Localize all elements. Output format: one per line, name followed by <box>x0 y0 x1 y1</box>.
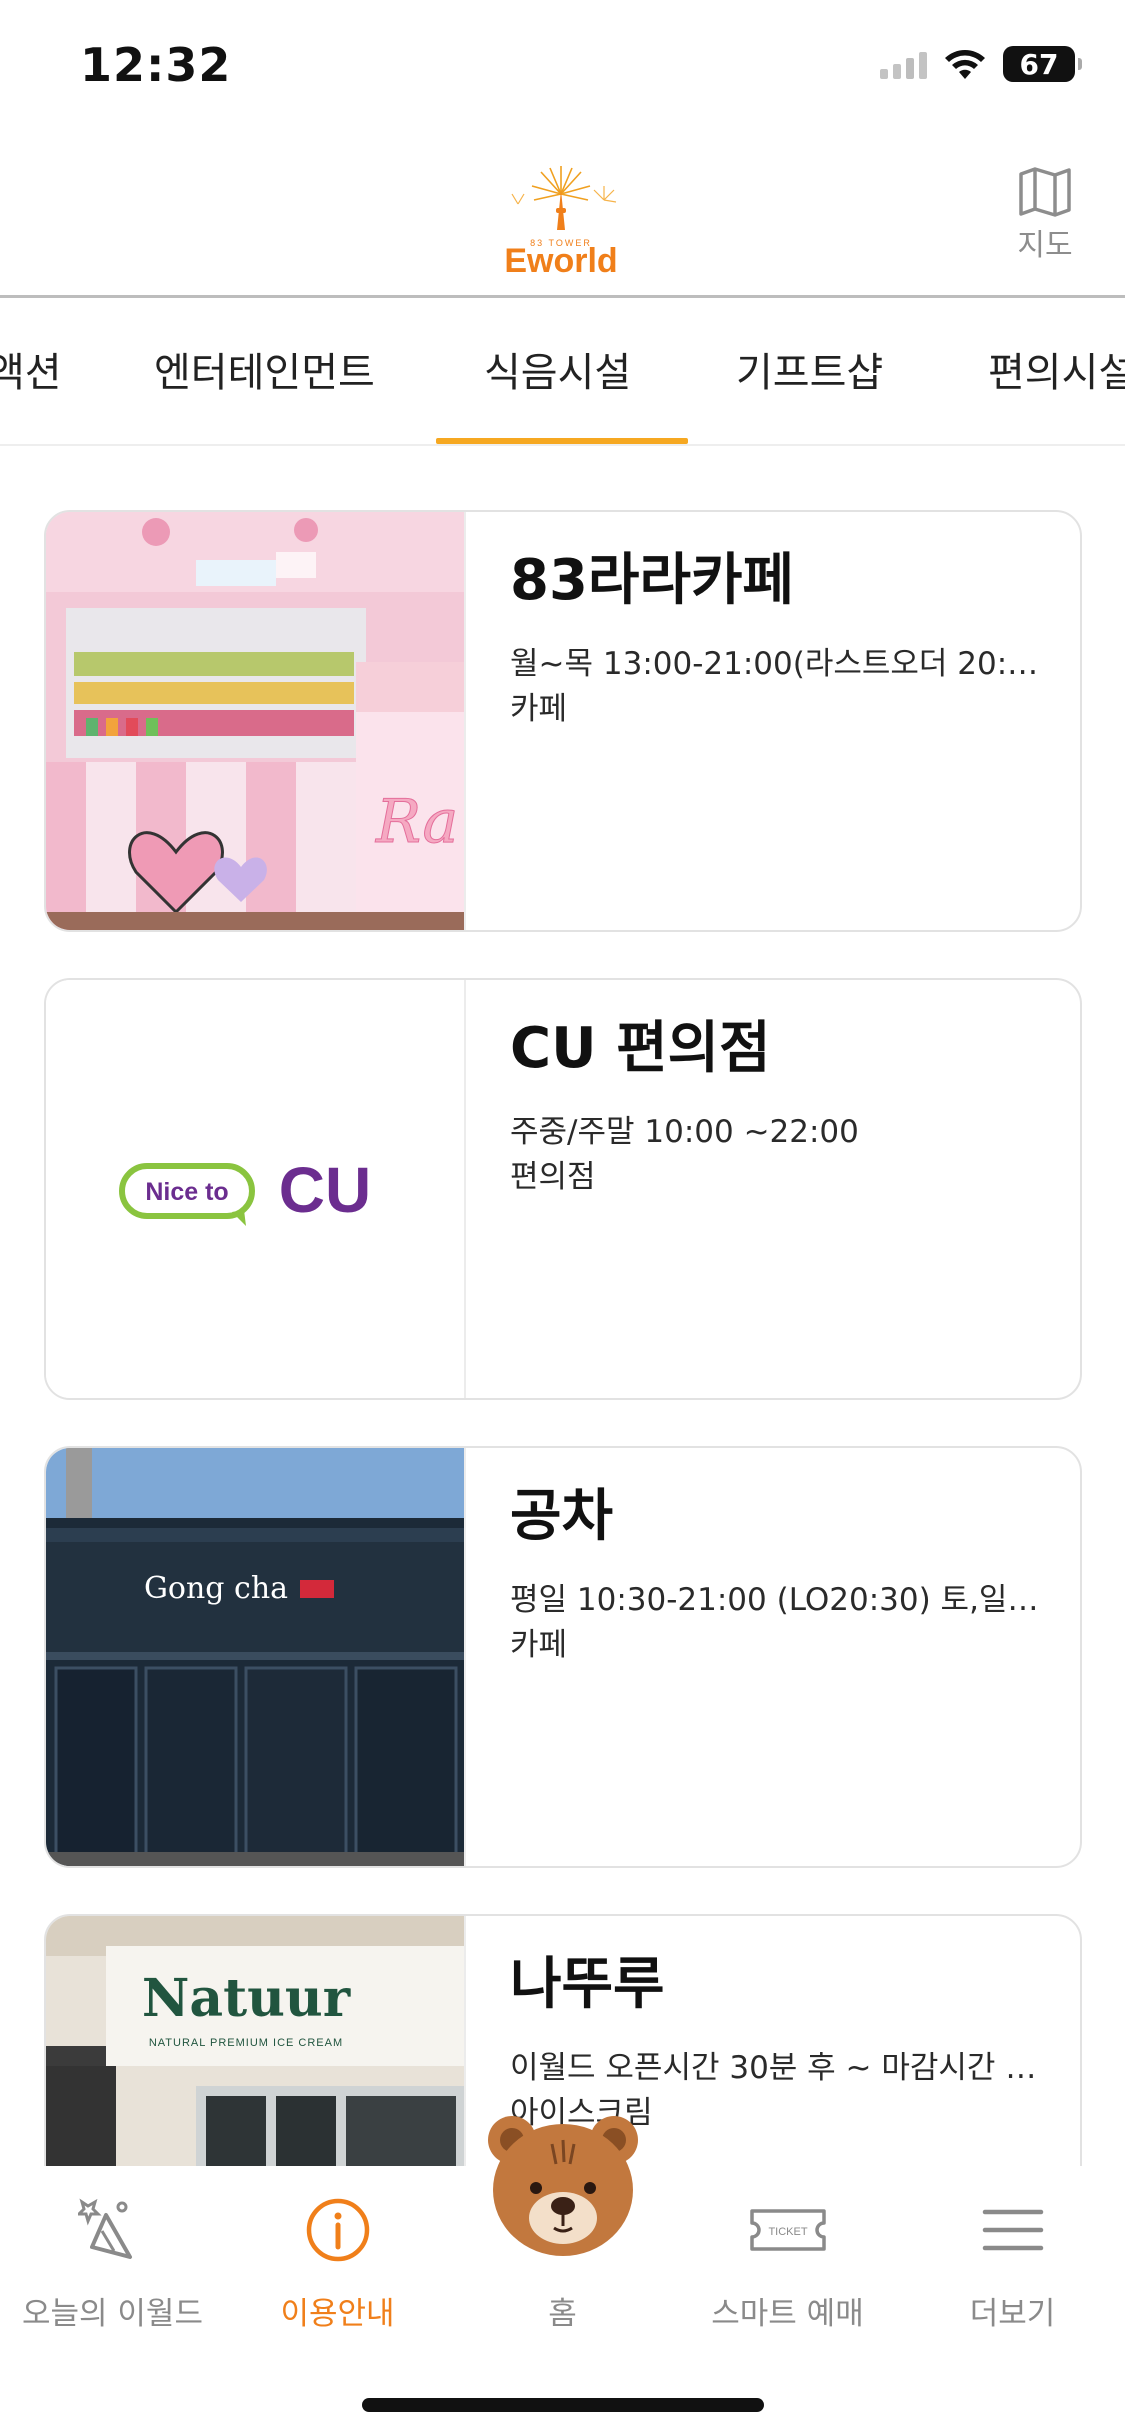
wifi-icon <box>945 50 985 79</box>
nav-today-eworld[interactable]: 오늘의 이월드 <box>0 2190 225 2333</box>
cellular-signal-icon <box>880 49 927 79</box>
tab-gift-shop[interactable]: 기프트샵 <box>736 340 883 398</box>
facility-info: 83라라카페 월~목 13:00-21:00(라스트오더 20:30… 카페 <box>510 546 1040 732</box>
facility-thumbnail: Ra <box>46 512 466 930</box>
facility-card[interactable]: Ra 83라라카페 월~목 13:00-21:00(라스트오더 20:30… 카… <box>44 510 1082 932</box>
map-button[interactable]: 지도 <box>1005 166 1085 264</box>
active-tab-indicator <box>436 438 688 444</box>
facility-card[interactable]: Gong cha 공차 평일 10:30-21:00 (LO20:30) 토,일… <box>44 1446 1082 1868</box>
facility-hours: 월~목 13:00-21:00(라스트오더 20:30… <box>510 646 1040 682</box>
facility-info: 공차 평일 10:30-21:00 (LO20:30) 토,일(공… 카페 <box>510 1482 1040 1668</box>
map-label: 지도 <box>1017 228 1073 263</box>
map-icon <box>1019 167 1071 217</box>
home-indicator[interactable] <box>362 2398 764 2412</box>
facility-list: Ra 83라라카페 월~목 13:00-21:00(라스트오더 20:30… 카… <box>0 446 1125 2166</box>
cu-badge-text: Nice to <box>145 1178 228 1206</box>
tab-entertainment[interactable]: 엔터테인먼트 <box>154 340 375 398</box>
nav-label: 스마트 예매 <box>711 2296 864 2332</box>
nav-guide[interactable]: 이용안내 <box>225 2190 450 2333</box>
facility-name: 나뚜루 <box>510 1952 665 2017</box>
app-header: 83 TOWER Eworld 지도 <box>0 140 1125 298</box>
facility-info: CU 편의점 주중/주말 10:00 ~22:00 편의점 <box>510 1014 1040 1200</box>
category-tabs: 액션 엔터테인먼트 식음시설 기프트샵 편의시설 <box>0 300 1125 446</box>
facility-category: 카페 <box>510 690 568 727</box>
info-icon <box>298 2190 378 2270</box>
tab-food[interactable]: 식음시설 <box>484 340 631 398</box>
svg-text:Ra: Ra <box>375 787 458 857</box>
natuur-image: Natuur NATURAL PREMIUM ICE CREAM <box>46 1916 464 2166</box>
ticket-icon-text: TICKET <box>768 2226 807 2238</box>
facility-info: 나뚜루 이월드 오픈시간 30분 후 ~ 마감시간 3… 아이스크림 <box>510 1950 1040 2136</box>
facility-card[interactable]: Nice to CU CU 편의점 주중/주말 10:00 ~22:00 편의점 <box>44 978 1082 1400</box>
nav-label: 이용안내 <box>280 2296 395 2332</box>
facility-name: CU 편의점 <box>510 1016 771 1081</box>
facility-hours: 주중/주말 10:00 ~22:00 <box>510 1114 859 1150</box>
ticket-icon: TICKET <box>748 2190 828 2270</box>
natuur-sign-sub: NATURAL PREMIUM ICE CREAM <box>149 2037 343 2049</box>
nav-label: 오늘의 이월드 <box>22 2296 203 2332</box>
facility-category: 카페 <box>510 1626 568 1663</box>
tab-action[interactable]: 액션 <box>0 340 62 398</box>
facility-thumbnail: Natuur NATURAL PREMIUM ICE CREAM <box>46 1916 466 2166</box>
facility-hours: 이월드 오픈시간 30분 후 ~ 마감시간 3… <box>510 2050 1040 2086</box>
facility-thumbnail: Nice to CU <box>46 980 466 1398</box>
status-time: 12:32 <box>80 38 232 92</box>
status-bar: 12:32 67 <box>0 0 1125 140</box>
bear-icon[interactable] <box>484 2110 642 2260</box>
facility-category: 편의점 <box>510 1158 596 1195</box>
eworld-logo[interactable]: 83 TOWER Eworld <box>486 160 636 280</box>
battery-icon: 67 <box>1003 46 1082 82</box>
status-indicators: 67 <box>880 46 1082 82</box>
nav-more[interactable]: 더보기 <box>900 2190 1125 2333</box>
nav-label: 홈 <box>548 2296 577 2332</box>
facility-thumbnail: Gong cha <box>46 1448 466 1866</box>
facility-hours: 평일 10:30-21:00 (LO20:30) 토,일(공… <box>510 1582 1040 1618</box>
nav-smart-ticket[interactable]: TICKET 스마트 예매 <box>675 2190 900 2333</box>
facility-name: 공차 <box>510 1484 614 1549</box>
bottom-navigation: 오늘의 이월드 이용안내 홈 TICKET 스마트 예매 더보기 <box>0 2116 1125 2436</box>
gongcha-image: Gong cha <box>46 1448 464 1866</box>
confetti-icon <box>73 2190 153 2270</box>
nav-label: 더보기 <box>969 2296 1056 2332</box>
logo-text: Eworld <box>504 242 617 280</box>
gongcha-sign: Gong cha <box>144 1571 288 1606</box>
cu-mark-text: CU <box>279 1154 371 1226</box>
menu-icon <box>973 2190 1053 2270</box>
tab-convenience[interactable]: 편의시설 <box>988 340 1125 398</box>
rara-cafe-image: Ra <box>46 512 464 930</box>
natuur-sign: Natuur <box>142 1968 351 2029</box>
facility-name: 83라라카페 <box>510 548 795 613</box>
cu-logo-image: Nice to CU <box>46 980 464 1398</box>
